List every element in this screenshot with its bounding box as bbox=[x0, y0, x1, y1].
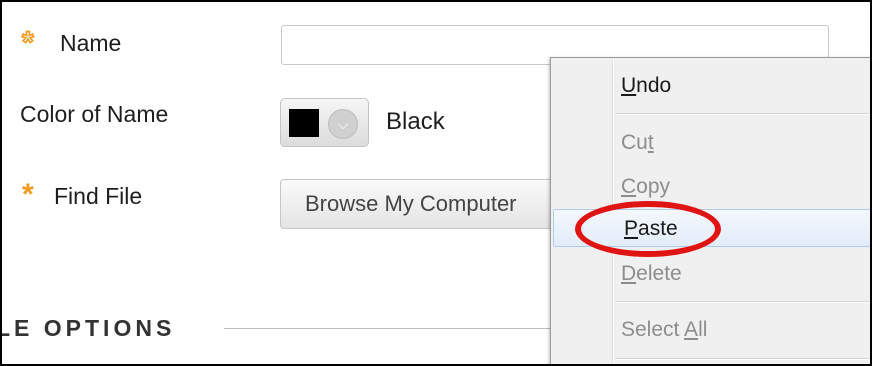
section-title: LE OPTIONS bbox=[0, 315, 176, 341]
menu-item-copy[interactable]: Copy bbox=[551, 168, 870, 206]
menu-item-delete[interactable]: Delete bbox=[551, 255, 870, 293]
menu-item-copy-accelerator: C bbox=[621, 175, 637, 198]
menu-item-select-all-text-post: ll bbox=[698, 318, 708, 341]
menu-item-select-all-accelerator: A bbox=[684, 318, 699, 341]
color-picker-button[interactable]: ⌵ bbox=[280, 98, 369, 147]
menu-item-delete-accelerator: D bbox=[621, 262, 637, 285]
color-swatch bbox=[289, 109, 319, 137]
menu-item-cut-accelerator: t bbox=[647, 131, 654, 154]
context-menu: Undo Cut Copy Paste Delete Select All bbox=[550, 57, 870, 364]
menu-separator bbox=[615, 301, 870, 303]
color-value-text: Black bbox=[386, 108, 445, 135]
required-outline-icon: * bbox=[21, 25, 34, 60]
menu-item-undo-accelerator: U bbox=[621, 74, 637, 97]
menu-separator bbox=[615, 358, 870, 360]
menu-item-paste-accelerator: P bbox=[624, 217, 639, 240]
menu-item-select-all-text-pre: Select bbox=[621, 318, 685, 341]
menu-item-paste-text-post: aste bbox=[638, 217, 678, 240]
browse-my-computer-button[interactable]: Browse My Computer bbox=[280, 179, 565, 229]
menu-item-copy-text-post: opy bbox=[636, 175, 671, 198]
screenshot-frame: * Name Color of Name ⌵ Black * Find File… bbox=[0, 0, 872, 366]
menu-item-undo[interactable]: Undo bbox=[551, 67, 870, 105]
menu-item-undo-text-post: ndo bbox=[636, 74, 672, 97]
section-divider bbox=[224, 328, 554, 329]
menu-item-delete-text-post: elete bbox=[636, 262, 682, 285]
required-asterisk-icon: * bbox=[22, 178, 34, 211]
name-label: Name bbox=[60, 30, 122, 56]
menu-separator bbox=[615, 113, 870, 115]
menu-item-select-all[interactable]: Select All bbox=[551, 311, 870, 349]
color-of-name-label: Color of Name bbox=[20, 101, 169, 127]
menu-item-paste[interactable]: Paste bbox=[553, 209, 870, 247]
chevron-down-icon: ⌵ bbox=[328, 109, 358, 139]
find-file-label: Find File bbox=[54, 183, 143, 209]
menu-item-cut-text-pre: Cu bbox=[621, 131, 648, 154]
menu-item-cut[interactable]: Cut bbox=[551, 124, 870, 162]
